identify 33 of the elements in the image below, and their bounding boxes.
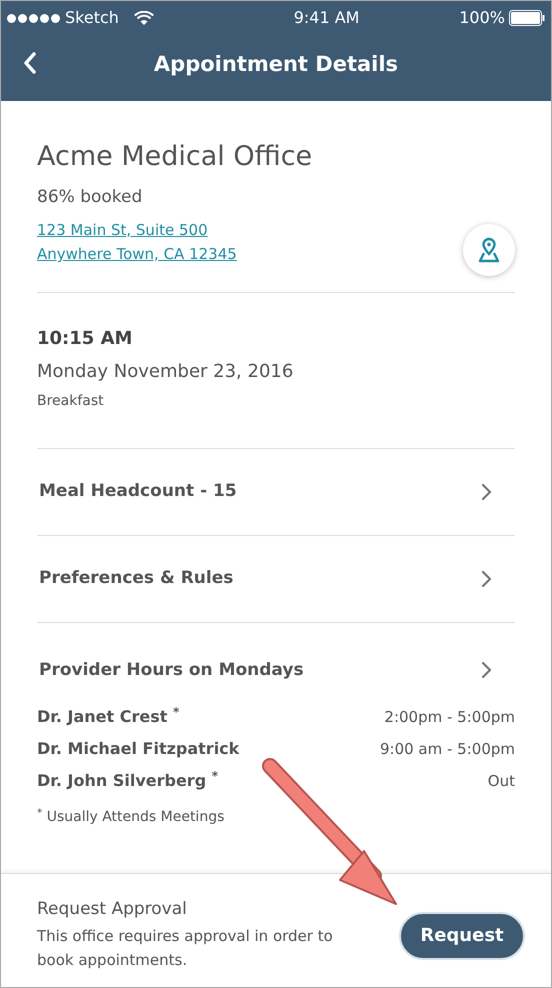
- detail-row[interactable]: Meal Headcount - 15: [37, 448, 515, 536]
- chevron-icon: [481, 570, 493, 588]
- appointment-time: 10:15 AM: [37, 326, 134, 350]
- chevron-icon: [481, 661, 493, 680]
- battery-icon: [508, 10, 545, 26]
- request-button[interactable]: Request: [399, 912, 525, 960]
- footnote: $^{*}$ Usually Attends Meetings: [37, 807, 226, 827]
- provider-hours: 9:00 am - 5:00pm: [380, 738, 515, 760]
- office-name: Acme Medical Office: [37, 140, 314, 174]
- detail-row[interactable]: Preferences & Rules: [37, 536, 515, 622]
- signal-icon: [7, 14, 60, 22]
- footer-description: This office requires approval in order to book appointments.: [37, 926, 334, 972]
- provider-name: Dr. John Silverberg $^{*}$: [37, 769, 218, 792]
- footer-title: Request Approval: [37, 898, 188, 921]
- status-time: 9:41 AM: [294, 7, 360, 29]
- back-button[interactable]: [21, 49, 39, 77]
- booking-status: 86% booked: [37, 186, 144, 209]
- provider-name: Dr. Michael Fitzpatrick: [37, 738, 240, 760]
- detail-row[interactable]: Provider Hours on Mondays: [37, 622, 515, 705]
- carrier-name: Sketch: [65, 7, 119, 29]
- map-pin-icon: [476, 236, 502, 264]
- address-link[interactable]: 123 Main St, Suite 500: [37, 218, 208, 241]
- battery-percent: 100%: [459, 7, 505, 29]
- screen-title: Appointment Details: [154, 51, 398, 78]
- wifi-icon: [134, 10, 154, 26]
- provider-name: Dr. Janet Crest $^{*}$: [37, 705, 180, 728]
- address-link[interactable]: Anywhere Town, CA 12345: [37, 243, 237, 266]
- provider-hours: Out: [488, 770, 515, 792]
- provider-hours: 2:00pm - 5:00pm: [384, 706, 515, 728]
- meal-type: Breakfast: [37, 392, 105, 410]
- chevron-icon: [481, 482, 493, 500]
- appointment-date: Monday November 23, 2016: [37, 360, 294, 384]
- map-button[interactable]: [463, 224, 515, 276]
